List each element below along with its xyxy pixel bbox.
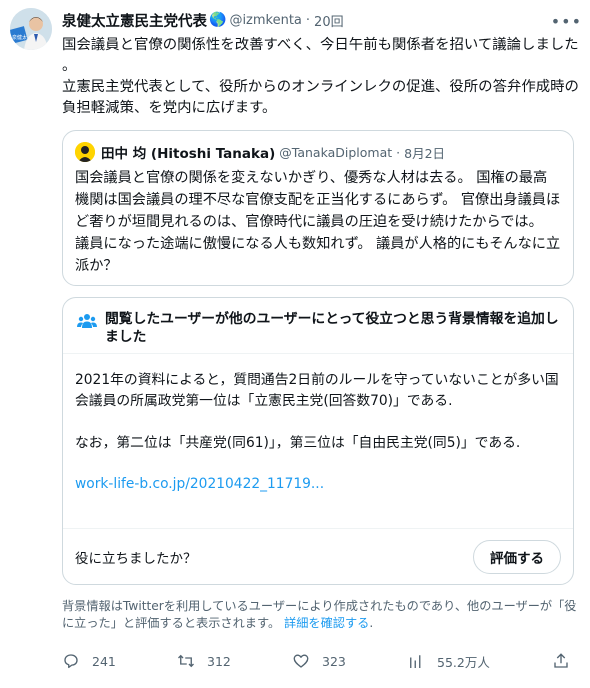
disclaimer-end: . bbox=[369, 616, 374, 630]
note-header: 閲覧したユーザーが他のユーザーにとって役立つと思う背景情報を追加しました bbox=[63, 298, 573, 354]
globe-icon: 🌎 bbox=[209, 12, 227, 28]
learn-more-link[interactable]: 詳細を確認する bbox=[284, 616, 369, 630]
quote-avatar bbox=[75, 142, 95, 162]
rate-button[interactable]: 評価する bbox=[473, 539, 561, 574]
quote-text: 国会議員と官僚の関係を変えないかぎり、優秀な人材は去る。 国権の最高機関は国会議… bbox=[75, 170, 561, 274]
note-footer: 役に立ちましたか？ 評価する bbox=[63, 528, 573, 584]
author-handle[interactable]: @izmkenta bbox=[229, 13, 301, 28]
note-body: 2021年の資料によると，質問通告2日前のルールを守っていないことが多い国会議員… bbox=[63, 354, 573, 495]
quote-author-name: 田中 均 (Hitoshi Tanaka) bbox=[101, 146, 276, 162]
share-icon bbox=[554, 653, 568, 668]
tweet: 泉健太立憲民主党代表 🌎 @izmkenta · 20回 ••• 国会議員と官僚… bbox=[62, 8, 582, 119]
like-count: 323 bbox=[322, 653, 346, 669]
note-title: 閲覧したユーザーが他のユーザーにとって役立つと思う背景情報を追加しました bbox=[105, 311, 559, 345]
note-disclaimer: 背景情報はTwitterを利用しているユーザーにより作成されたものであり、他のユ… bbox=[62, 598, 582, 632]
quote-header: 田中 均 (Hitoshi Tanaka) @TanakaDiplomat · … bbox=[75, 141, 561, 163]
like-button[interactable]: 323 bbox=[292, 652, 346, 670]
views-count: 55.2万人 bbox=[437, 655, 490, 670]
retweet-button[interactable]: 312 bbox=[177, 652, 231, 670]
quoted-tweet[interactable]: 田中 均 (Hitoshi Tanaka) @TanakaDiplomat · … bbox=[62, 130, 574, 286]
reply-button[interactable]: 241 bbox=[62, 652, 116, 670]
note-paragraph: 2021年の資料によると，質問通告2日前のルールを守っていないことが多い国会議員… bbox=[75, 372, 559, 409]
heart-icon bbox=[293, 654, 309, 668]
retweet-count: 312 bbox=[207, 653, 231, 669]
note-source-link[interactable]: work-life-b.co.jp/20210422_11719... bbox=[75, 474, 561, 495]
author-avatar[interactable]: 泉健太 bbox=[10, 8, 52, 50]
avatar-sign-text: 泉健太 bbox=[12, 34, 27, 41]
reply-icon bbox=[64, 654, 78, 669]
quote-time: 8月2日 bbox=[404, 145, 446, 161]
tweet-time[interactable]: 20回 bbox=[314, 11, 344, 30]
separator-dot: · bbox=[396, 144, 401, 160]
tweet-header: 泉健太立憲民主党代表 🌎 @izmkenta · 20回 bbox=[62, 8, 582, 32]
note-paragraph: なお，第二位は「共産党(同61)」，第三位は「自由民主党(同5)」である. bbox=[75, 435, 521, 451]
quote-author-handle: @TanakaDiplomat bbox=[279, 144, 393, 160]
tweet-text: 国会議員と官僚の関係性を改善すべく、今日午前も関係者を招いて議論しました 。 立… bbox=[62, 37, 579, 116]
views-icon bbox=[410, 654, 421, 668]
views-button[interactable]: 55.2万人 bbox=[407, 652, 490, 671]
helpful-question: 役に立ちましたか？ bbox=[75, 550, 197, 567]
retweet-icon bbox=[178, 654, 194, 668]
action-bar: 241 312 323 55.2万人 bbox=[62, 652, 582, 676]
people-icon bbox=[77, 312, 97, 334]
more-icon[interactable]: ••• bbox=[551, 12, 582, 31]
share-button[interactable] bbox=[552, 652, 582, 670]
author-name[interactable]: 泉健太立憲民主党代表 bbox=[62, 10, 207, 31]
community-note: 閲覧したユーザーが他のユーザーにとって役立つと思う背景情報を追加しました 202… bbox=[62, 297, 574, 585]
separator-dot: · bbox=[305, 12, 311, 28]
reply-count: 241 bbox=[92, 653, 116, 669]
